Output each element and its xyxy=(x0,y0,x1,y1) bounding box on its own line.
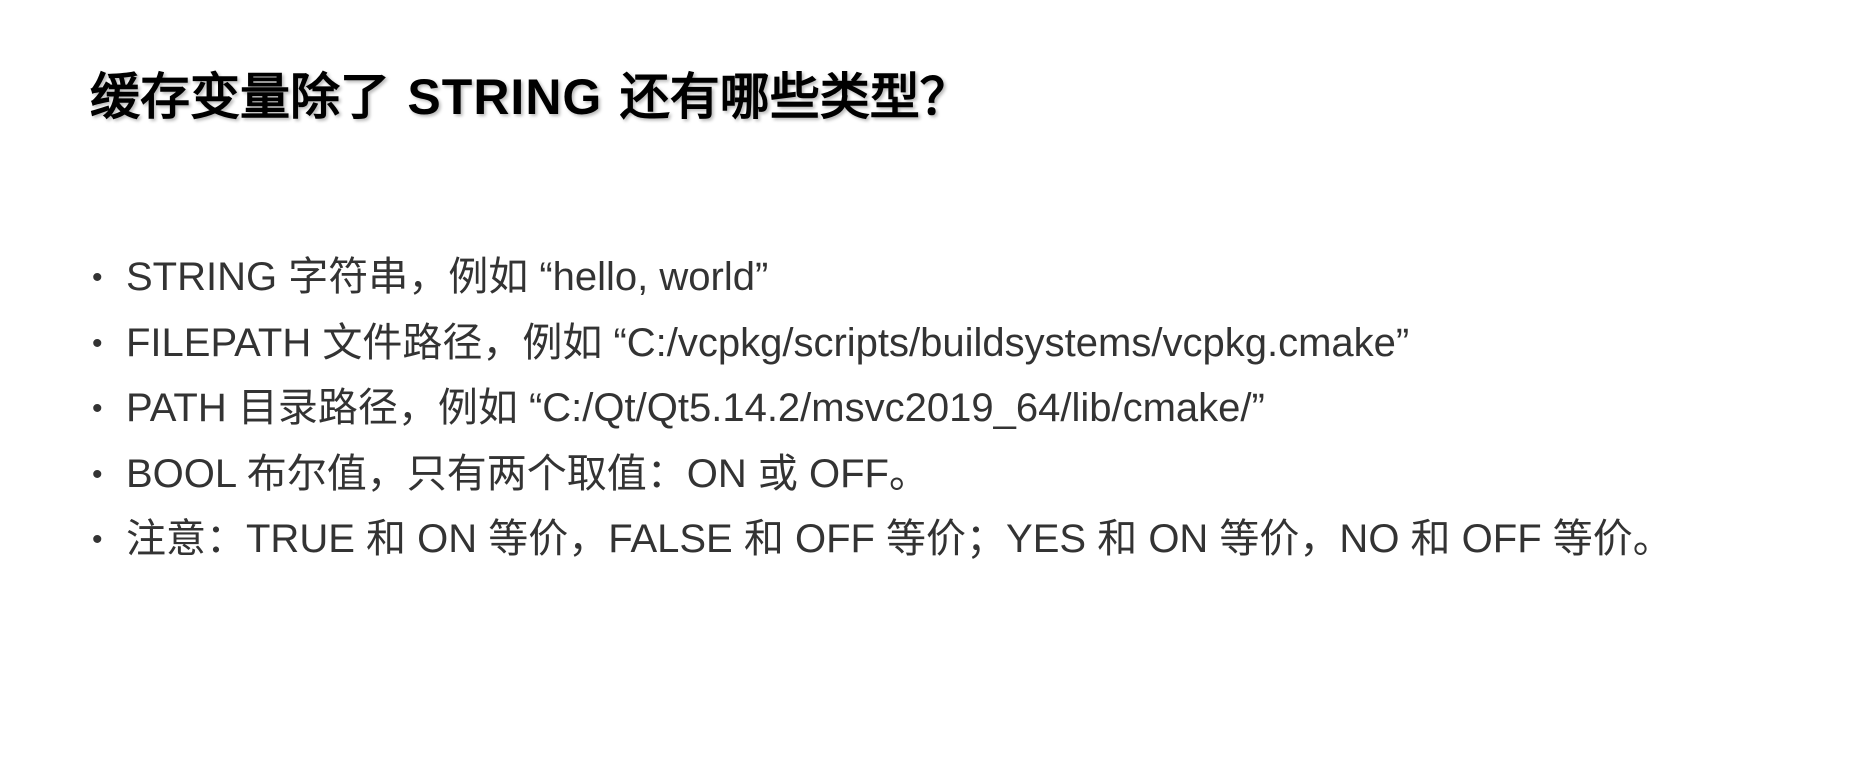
bullet-text: FILEPATH 文件路径，例如 “C:/vcpkg/scripts/build… xyxy=(126,320,1410,365)
bullet-text: STRING 字符串，例如 “hello, world” xyxy=(126,255,769,299)
title-prefix: 缓存变量除了 xyxy=(90,67,390,126)
bullet-text: BOOL 布尔值，只有两个取值：ON 或 OFF。 xyxy=(126,451,929,496)
bullet-text: PATH 目录路径，例如 “C:/Qt/Qt5.14.2/msvc2019_64… xyxy=(126,386,1265,430)
slide-title: 缓存变量除了 STRING 还有哪些类型？ xyxy=(90,62,970,132)
bullet-item-path: • PATH 目录路径，例如 “C:/Qt/Qt5.14.2/msvc2019_… xyxy=(90,376,1830,442)
bullet-dot-icon: • xyxy=(92,261,103,294)
bullet-item-filepath: • FILEPATH 文件路径，例如 “C:/vcpkg/scripts/bui… xyxy=(90,311,1830,377)
bullet-item-bool: • BOOL 布尔值，只有两个取值：ON 或 OFF。 xyxy=(90,442,1830,508)
bullet-dot-icon: • xyxy=(92,392,103,425)
slide: 缓存变量除了 STRING 还有哪些类型？ • STRING 字符串，例如 “h… xyxy=(0,0,1857,759)
bullet-text: 注意：TRUE 和 ON 等价，FALSE 和 OFF 等价；YES 和 ON … xyxy=(126,517,1673,561)
bullet-list: • STRING 字符串，例如 “hello, world” • FILEPAT… xyxy=(90,245,1830,573)
bullet-dot-icon: • xyxy=(92,326,103,360)
bullet-item-note: • 注意：TRUE 和 ON 等价，FALSE 和 OFF 等价；YES 和 O… xyxy=(90,507,1830,573)
bullet-dot-icon: • xyxy=(92,523,103,556)
bullet-dot-icon: • xyxy=(92,457,103,491)
title-suffix: 还有哪些类型？ xyxy=(619,67,970,126)
title-keyword: STRING xyxy=(407,69,603,125)
bullet-item-string: • STRING 字符串，例如 “hello, world” xyxy=(90,245,1830,311)
